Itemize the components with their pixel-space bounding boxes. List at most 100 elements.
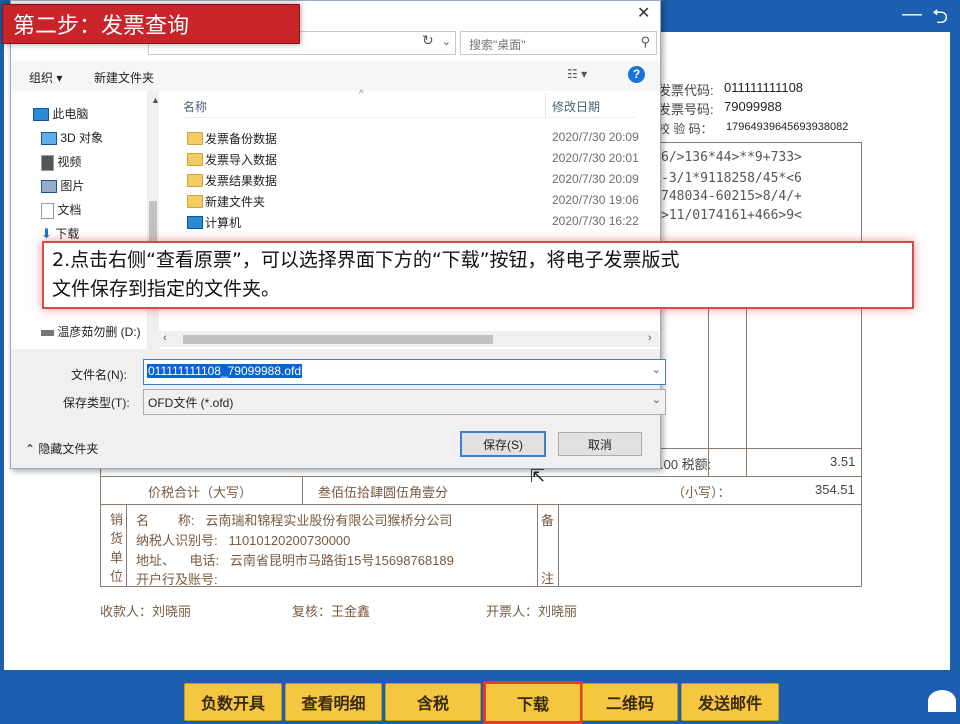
drawer: 开票人：刘晓丽 [486, 604, 578, 619]
file-row[interactable]: 发票备份数据 2020/7/30 20:09 [183, 127, 639, 148]
search-placeholder: 搜索"桌面" [469, 38, 526, 52]
nav-item-this-pc[interactable]: 此电脑 [33, 105, 88, 122]
refresh-icon[interactable]: ↻ [422, 32, 434, 49]
column-name[interactable]: 名称 [183, 98, 207, 115]
seller-side-char: 单 [110, 550, 124, 565]
scroll-right-icon[interactable]: › [648, 332, 652, 344]
filename-input[interactable]: 011111111108_79099988.ofd ⌄ [143, 359, 666, 385]
cipher-line: 748034-60215>8/4/+ [661, 189, 802, 204]
organize-menu[interactable]: 组织 ▾ [29, 69, 62, 86]
nav-item-3d-objects[interactable]: 3D 对象 [41, 129, 103, 146]
tax-inclusive-button[interactable]: 含税 [385, 683, 481, 721]
column-date[interactable]: 修改日期 [552, 98, 600, 115]
cancel-button[interactable]: 取消 [558, 432, 642, 456]
file-date: 2020/7/30 16:22 [552, 214, 639, 228]
view-details-button[interactable]: 查看明细 [285, 683, 382, 721]
nav-item-label: 温彦茹勿删 (D:) [57, 325, 141, 339]
file-date: 2020/7/30 20:01 [552, 151, 639, 165]
file-name: 计算机 [205, 216, 242, 230]
file-row[interactable]: 发票结果数据 2020/7/30 20:09 [183, 169, 639, 189]
tax-amount-divider [746, 300, 747, 476]
filetype-select[interactable]: OFD文件 (*.ofd) ⌄ [143, 389, 666, 415]
chevron-down-icon[interactable]: ⌄ [652, 363, 661, 376]
cipher-line: >11/0174161+466>9< [661, 208, 802, 223]
total-divider-top [100, 476, 862, 477]
note-line-2: 文件保存到指定的文件夹。 [52, 278, 281, 300]
file-row[interactable]: 发票导入数据 2020/7/30 20:01 [183, 148, 639, 169]
nav-item-label: 图片 [60, 179, 85, 193]
qr-code-button[interactable]: 二维码 [582, 683, 678, 721]
file-name: 发票结果数据 [205, 174, 278, 188]
total-small-label: （小写）： [672, 485, 731, 500]
instruction-note: 2.点击右侧“查看原票”，可以选择界面下方的“下载”按钮，将电子发票版式 文件保… [42, 241, 914, 309]
note-line-1: 2.点击右侧“查看原票”，可以选择界面下方的“下载”按钮，将电子发票版式 [52, 249, 680, 271]
search-icon: ⚲ [640, 34, 650, 49]
cipher-line: 6/>136*44>**9+733> [661, 150, 802, 165]
invoice-number-value: 79099988 [724, 99, 782, 114]
filetype-value: OFD文件 (*.ofd) [148, 396, 234, 410]
tax-amount-label: .00 税额: [660, 457, 712, 472]
nav-item-pictures[interactable]: 图片 [41, 177, 84, 194]
hide-folders-label: 隐藏文件夹 [38, 442, 99, 456]
close-icon[interactable]: ✕ [637, 3, 650, 23]
seller-tax-id: 纳税人识别号: 11010120200730000 [136, 533, 351, 548]
remark-divider [537, 504, 538, 586]
seller-bank: 开户行及账号: [136, 572, 218, 587]
view-options-icon[interactable]: ☷ ▾ [567, 67, 587, 81]
invoice-border-right [861, 142, 862, 587]
folder-icon [187, 151, 203, 169]
nav-item-documents[interactable]: 文档 [41, 201, 81, 219]
file-row[interactable]: 计算机 2020/7/30 16:22 [183, 211, 639, 232]
dialog-toolbar: 组织 ▾ 新建文件夹 ☷ ▾ ? [11, 61, 660, 91]
new-folder-button[interactable]: 新建文件夹 [94, 69, 154, 86]
negative-invoice-button[interactable]: 负数开具 [184, 683, 282, 721]
column-separator[interactable] [545, 93, 546, 117]
horizontal-scroll-thumb[interactable] [183, 335, 493, 344]
chevron-down-icon[interactable]: ⌄ [442, 35, 451, 48]
chevron-down-icon[interactable]: ⌄ [652, 393, 661, 406]
picture-icon [41, 180, 57, 194]
seller-side-label: 销 货 单 位 [110, 510, 123, 586]
computer-icon [33, 108, 49, 122]
search-input[interactable]: 搜索"桌面" ⚲ [460, 31, 657, 55]
tax-rate-divider [708, 300, 709, 476]
mouse-cursor-icon: ⇱ [530, 466, 546, 486]
filename-label: 文件名(N): [71, 368, 127, 382]
reviewer: 复核：王金鑫 [292, 604, 371, 619]
back-icon[interactable]: ⮌ [932, 2, 948, 36]
scroll-left-icon[interactable]: ‹ [163, 332, 167, 344]
nav-item-drive-d[interactable]: 温彦茹勿删 (D:) [41, 323, 141, 340]
invoice-code-value: 011111111108 [724, 80, 804, 95]
nav-item-downloads[interactable]: ⬇ 下载 [41, 225, 79, 242]
file-row[interactable]: 新建文件夹 2020/7/30 19:06 [183, 190, 639, 211]
file-name: 新建文件夹 [205, 195, 266, 209]
filename-value: 011111111108_79099988.ofd [147, 364, 303, 378]
send-email-button[interactable]: 发送邮件 [681, 683, 779, 721]
seller-side-char: 货 [110, 531, 124, 546]
folder-icon [187, 193, 203, 211]
tax-amount-value: 3.51 [830, 454, 856, 469]
nav-item-label: 此电脑 [52, 107, 89, 121]
save-as-dialog: ✕ ⌄ ↻ 搜索"桌面" ⚲ 组织 ▾ 新建文件夹 ☷ ▾ ? 此电脑 3D 对… [10, 0, 666, 469]
save-button[interactable]: 保存(S) [460, 431, 546, 457]
invoice-code-label: 发票代码: [658, 83, 714, 98]
seller-name: 名 称: 云南瑞和锦程实业股份有限公司猴桥分公司 [136, 513, 453, 528]
minimize-icon[interactable]: — [902, 4, 922, 24]
video-icon [41, 154, 54, 171]
help-icon[interactable]: ? [628, 66, 645, 83]
navigation-pane: 此电脑 3D 对象 视频 图片 文档 ⬇ 下载 温彦茹勿删 (D:) ▲ [11, 91, 160, 349]
check-code-label: 校 验 码： [658, 122, 713, 136]
file-date: 2020/7/30 20:09 [552, 172, 639, 186]
nav-item-label: 视频 [57, 155, 82, 169]
total-col-divider [302, 476, 303, 504]
scroll-up-icon[interactable]: ▲ [151, 95, 160, 105]
sum-divider [652, 448, 862, 449]
nav-item-label: 3D 对象 [60, 131, 104, 145]
computer-icon [187, 214, 203, 232]
download-button[interactable]: 下载 [483, 681, 583, 724]
drive-icon [41, 329, 54, 336]
hide-folders-toggle[interactable]: ⌃ 隐藏文件夹 [25, 440, 98, 457]
remark-divider-2 [558, 504, 559, 586]
folder-icon [187, 130, 203, 148]
nav-item-videos[interactable]: 视频 [41, 153, 81, 171]
